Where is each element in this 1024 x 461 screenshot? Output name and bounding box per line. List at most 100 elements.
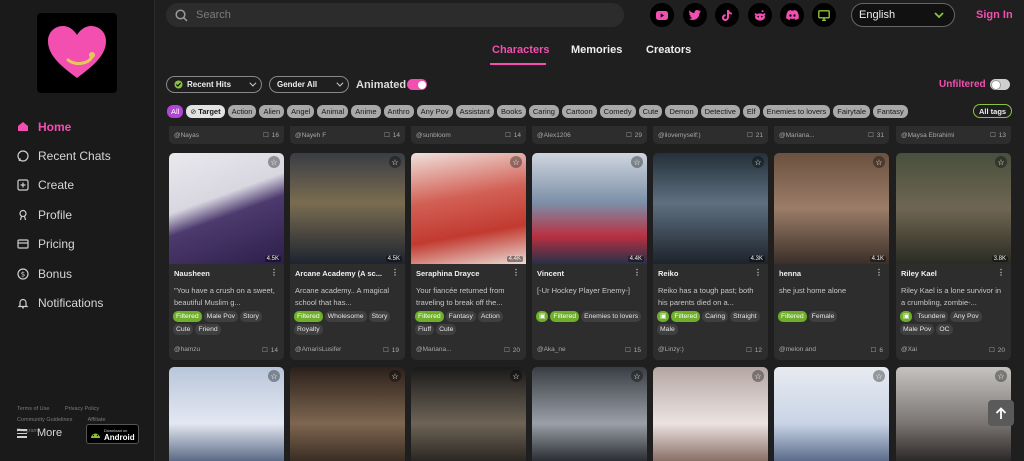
character-image[interactable]: ☆: [653, 367, 768, 461]
character-card[interactable]: ☆ 4.5K Arcane Academy (A sc... ⋮ Arcane acad…: [290, 153, 405, 360]
tag-chip-all[interactable]: All: [167, 105, 184, 118]
card-author[interactable]: @Linzy:): [658, 346, 684, 354]
card-tag[interactable]: Enemies to lovers: [581, 311, 642, 322]
tag-chip-assistant[interactable]: Assistant: [455, 105, 495, 118]
sidebar-item-home[interactable]: Home: [0, 112, 155, 141]
card-author[interactable]: @Aka_ne: [537, 346, 566, 354]
card-author[interactable]: @ilovemyself:): [658, 132, 701, 139]
card-tag[interactable]: Filtered: [671, 311, 701, 322]
tag-chip-cartoon[interactable]: Cartoon: [561, 105, 597, 118]
card-tag[interactable]: Fluff: [415, 324, 435, 335]
favorite-star-icon[interactable]: ☆: [873, 370, 885, 382]
privacy-link[interactable]: Privacy Policy: [65, 406, 99, 412]
card-author[interactable]: @Mariana...: [416, 346, 452, 354]
all-tags-button[interactable]: All tags: [973, 104, 1013, 118]
discord-button[interactable]: [780, 3, 804, 27]
character-image[interactable]: ☆: [290, 367, 405, 461]
character-image[interactable]: ☆ 4.5K: [290, 153, 405, 264]
tab-characters[interactable]: Characters: [492, 44, 549, 56]
sidebar-item-pricing[interactable]: Pricing: [0, 230, 155, 259]
favorite-star-icon[interactable]: ☆: [995, 370, 1007, 382]
card-tag[interactable]: Caring: [702, 311, 729, 322]
character-image[interactable]: ☆ 4.5K: [169, 153, 284, 264]
tag-chip-anthro[interactable]: Anthro: [383, 105, 414, 118]
character-card[interactable]: ☆ 4.1K henna ⋮ she just home alone Filtered Fe…: [774, 153, 889, 360]
card-tag[interactable]: Male: [657, 324, 678, 335]
tab-memories[interactable]: Memories: [571, 44, 622, 56]
card-tag[interactable]: Male Pov: [203, 311, 239, 322]
tag-chip-comedy[interactable]: Comedy: [599, 105, 636, 118]
tag-chip-fantasy[interactable]: Fantasy: [873, 105, 908, 118]
favorite-star-icon[interactable]: ☆: [995, 156, 1007, 168]
favorite-star-icon[interactable]: ☆: [752, 156, 764, 168]
card-tag[interactable]: Action: [477, 311, 503, 322]
tag-chip-detective[interactable]: Detective: [700, 105, 740, 118]
search-input[interactable]: [196, 9, 596, 21]
tag-chip-demon[interactable]: Demon: [665, 105, 698, 118]
android-download-button[interactable]: Download on Android: [86, 424, 139, 444]
tag-chip-fairytale[interactable]: Fairytale: [833, 105, 871, 118]
character-image[interactable]: ☆ 3.8K: [896, 153, 1011, 264]
sidebar-item-create[interactable]: Create: [0, 171, 155, 200]
character-image[interactable]: ☆ 4.4K: [532, 153, 647, 264]
card-tag[interactable]: Royalty: [294, 324, 323, 335]
favorite-star-icon[interactable]: ☆: [510, 156, 522, 168]
card-author[interactable]: @Nayeh F: [295, 132, 326, 139]
card-author[interactable]: @Alex1206: [537, 132, 571, 139]
favorite-star-icon[interactable]: ☆: [510, 370, 522, 382]
card-tag[interactable]: Female: [808, 311, 838, 322]
more-button[interactable]: More: [17, 427, 62, 440]
sort-dropdown[interactable]: Recent Hits: [166, 76, 262, 93]
character-card[interactable]: ☆ 3.8K Riley Kael ⋮ Riley Kael is a lone sur…: [896, 153, 1011, 360]
card-tag[interactable]: Friend: [195, 324, 221, 335]
card-tag[interactable]: Male Pov: [900, 324, 935, 335]
sidebar-item-recent-chats[interactable]: Recent Chats: [0, 141, 155, 170]
tag-chip-angel[interactable]: Angel: [287, 105, 315, 118]
tag-chip-alien[interactable]: Alien: [259, 105, 285, 118]
card-author[interactable]: @Xai: [901, 346, 917, 354]
more-options-icon[interactable]: ⋮: [512, 268, 520, 277]
character-card[interactable]: ☆ 4.5K Nausheen ⋮ "You have a crush on a swe…: [169, 153, 284, 360]
card-author[interactable]: @Mariana...: [779, 132, 815, 139]
tag-chip-any-pov[interactable]: Any Pov: [416, 105, 453, 118]
sidebar-item-profile[interactable]: Profile: [0, 200, 155, 229]
language-select[interactable]: English: [851, 3, 955, 27]
tag-chip-action[interactable]: Action: [227, 105, 257, 118]
sidebar-item-notifications[interactable]: Notifications: [0, 288, 155, 317]
card-author[interactable]: @Nayas: [174, 132, 199, 139]
card-author[interactable]: @AmarisLusifer: [295, 346, 341, 354]
favorite-star-icon[interactable]: ☆: [389, 156, 401, 168]
more-options-icon[interactable]: ⋮: [270, 268, 278, 277]
character-card[interactable]: ☆ 4.4K Vincent ⋮ [-Ur Hockey Player Enemy-] ▣…: [532, 153, 647, 360]
more-options-icon[interactable]: ⋮: [754, 268, 762, 277]
favorite-star-icon[interactable]: ☆: [873, 156, 885, 168]
card-tag[interactable]: Story: [240, 311, 262, 322]
card-tag[interactable]: Any Pov: [950, 311, 982, 322]
card-author[interactable]: @melon and: [779, 346, 816, 354]
tag-chip-cute[interactable]: Cute: [638, 105, 663, 118]
character-image[interactable]: ☆ 4.1K: [774, 153, 889, 264]
reddit-button[interactable]: [748, 3, 772, 27]
card-tag[interactable]: Filtered: [778, 311, 807, 322]
tag-chip-animal[interactable]: Animal: [317, 105, 349, 118]
more-options-icon[interactable]: ⋮: [633, 268, 641, 277]
favorite-star-icon[interactable]: ☆: [631, 156, 643, 168]
card-author[interactable]: @hamzu: [174, 346, 200, 354]
card-tag[interactable]: OC: [936, 324, 953, 335]
card-tag[interactable]: Filtered: [173, 311, 202, 322]
character-image[interactable]: ☆ 4.4K: [411, 153, 526, 264]
card-author[interactable]: @sunbloom: [416, 132, 451, 139]
card-tag[interactable]: Filtered: [550, 311, 580, 322]
terms-link[interactable]: Terms of Use: [17, 406, 49, 412]
more-options-icon[interactable]: ⋮: [391, 268, 399, 277]
twitter-button[interactable]: [683, 3, 707, 27]
character-card[interactable]: ☆ 4.3K Reiko ⋮ Reiko has a tough past; both …: [653, 153, 768, 360]
search-bar[interactable]: [166, 3, 624, 27]
scroll-to-top-button[interactable]: [988, 400, 1014, 426]
card-tag[interactable]: Fantasy: [445, 311, 476, 322]
tag-chip-target[interactable]: ⊘ Target: [186, 105, 225, 118]
favorite-star-icon[interactable]: ☆: [389, 370, 401, 382]
tag-chip-anime[interactable]: Anime: [351, 105, 381, 118]
card-author[interactable]: @Maysa Ebrahimi: [901, 132, 954, 139]
card-tag[interactable]: Story: [368, 311, 391, 322]
